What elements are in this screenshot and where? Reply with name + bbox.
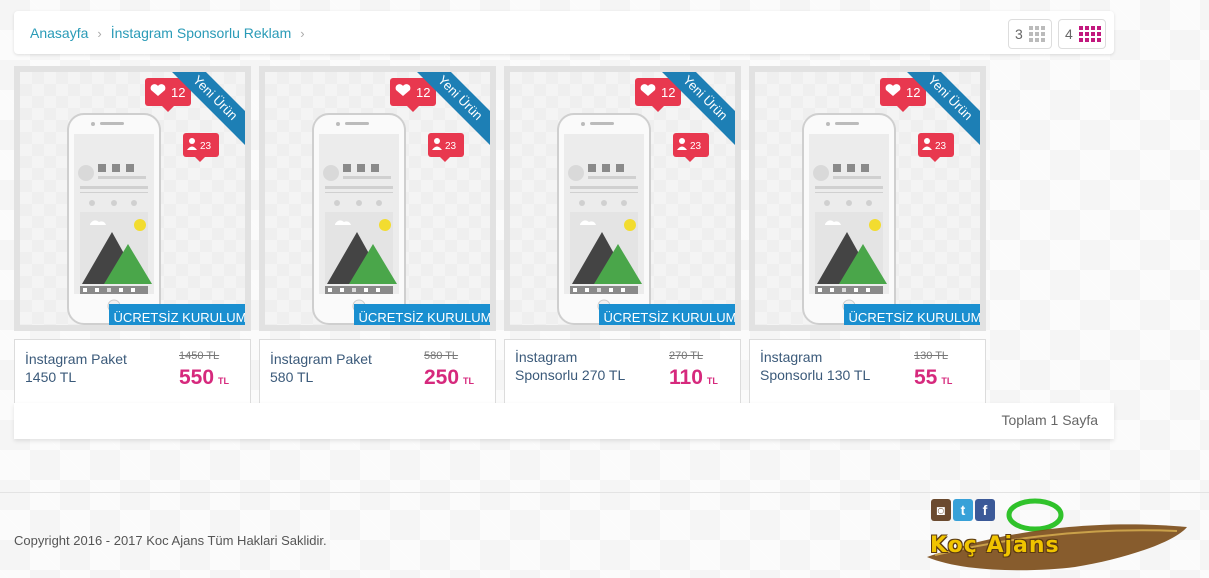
product-card-4[interactable]: 12 23 Yeni Ürün ÜCRETSİZ KURULUM İnstagr… xyxy=(749,66,986,404)
product-card-1[interactable]: 12 23 Yeni Ürün ÜCRETSİZ KURULUM İnstagr… xyxy=(14,66,251,404)
new-product-label: Yeni Ürün xyxy=(406,72,490,156)
product-price-amount: 250 xyxy=(424,366,460,389)
product-image[interactable]: 12 23 Yeni Ürün ÜCRETSİZ KURULUM xyxy=(749,66,986,331)
product-info[interactable]: İnstagram Paket 580 TL 580 TL 250 TL xyxy=(259,339,496,404)
breadcrumb-home-link[interactable]: Anasayfa xyxy=(30,25,88,41)
product-card-2[interactable]: 12 23 Yeni Ürün ÜCRETSİZ KURULUM İnstagr… xyxy=(259,66,496,404)
product-name[interactable]: İnstagram Sponsorlu 270 TL xyxy=(515,348,635,384)
chevron-right-icon: › xyxy=(300,25,305,41)
pager-bar: Toplam 1 Sayfa xyxy=(14,403,1114,439)
breadcrumb: Anasayfa › İnstagram Sponsorlu Reklam › xyxy=(30,25,314,41)
product-name[interactable]: İnstagram Paket 1450 TL xyxy=(25,350,145,386)
social-links: ◙ t f xyxy=(931,499,995,521)
free-setup-badge: ÜCRETSİZ KURULUM xyxy=(844,304,980,325)
free-setup-badge: ÜCRETSİZ KURULUM xyxy=(109,304,245,325)
new-product-ribbon: Yeni Ürün xyxy=(651,72,735,156)
new-product-ribbon: Yeni Ürün xyxy=(161,72,245,156)
new-product-label: Yeni Ürün xyxy=(896,72,980,156)
product-info[interactable]: İnstagram Paket 1450 TL 1450 TL 550 TL xyxy=(14,339,251,404)
view-3-columns-button[interactable]: 3 xyxy=(1008,19,1052,49)
product-price: 110 TL xyxy=(669,366,718,390)
product-price-amount: 110 xyxy=(669,366,703,389)
product-old-price: 1450 TL xyxy=(179,350,220,362)
product-price: 550 TL xyxy=(179,366,229,390)
grid-4-icon xyxy=(1078,26,1101,42)
facebook-icon[interactable]: f xyxy=(975,499,995,521)
product-price-currency: TL xyxy=(706,376,718,386)
chevron-right-icon: › xyxy=(97,25,102,41)
product-price-amount: 55 xyxy=(914,366,938,389)
product-card-3[interactable]: 12 23 Yeni Ürün ÜCRETSİZ KURULUM İnstagr… xyxy=(504,66,741,404)
copyright-text: Copyright 2016 - 2017 Koc Ajans Tüm Hakl… xyxy=(14,533,327,548)
product-image[interactable]: 12 23 Yeni Ürün ÜCRETSİZ KURULUM xyxy=(14,66,251,331)
product-price-currency: TL xyxy=(941,376,953,386)
new-product-ribbon: Yeni Ürün xyxy=(896,72,980,156)
free-setup-badge: ÜCRETSİZ KURULUM xyxy=(599,304,735,325)
logo-text: Koç Ajans xyxy=(930,533,1060,558)
instagram-icon[interactable]: ◙ xyxy=(931,499,951,521)
view-3-label: 3 xyxy=(1015,26,1023,42)
product-name[interactable]: İnstagram Paket 580 TL xyxy=(270,350,390,386)
footer: Copyright 2016 - 2017 Koc Ajans Tüm Hakl… xyxy=(0,492,1209,578)
new-product-label: Yeni Ürün xyxy=(651,72,735,156)
product-info[interactable]: İnstagram Sponsorlu 130 TL 130 TL 55 TL xyxy=(749,339,986,404)
view-4-columns-button[interactable]: 4 xyxy=(1058,19,1106,49)
grid-3-icon xyxy=(1028,26,1045,42)
product-image[interactable]: 12 23 Yeni Ürün ÜCRETSİZ KURULUM xyxy=(259,66,496,331)
product-price-currency: TL xyxy=(218,376,230,386)
pager-total-pages: Toplam 1 Sayfa xyxy=(1001,412,1099,428)
product-price-currency: TL xyxy=(463,376,475,386)
view-4-label: 4 xyxy=(1065,26,1073,42)
product-info[interactable]: İnstagram Sponsorlu 270 TL 270 TL 110 TL xyxy=(504,339,741,404)
product-name[interactable]: İnstagram Sponsorlu 130 TL xyxy=(760,348,880,384)
product-old-price: 580 TL xyxy=(424,350,459,362)
breadcrumb-bar: Anasayfa › İnstagram Sponsorlu Reklam › … xyxy=(14,11,1114,54)
product-old-price: 270 TL xyxy=(669,350,704,362)
product-image[interactable]: 12 23 Yeni Ürün ÜCRETSİZ KURULUM xyxy=(504,66,741,331)
new-product-label: Yeni Ürün xyxy=(161,72,245,156)
product-price-amount: 550 xyxy=(179,366,215,389)
free-setup-badge: ÜCRETSİZ KURULUM xyxy=(354,304,490,325)
product-price: 55 TL xyxy=(914,366,952,390)
product-old-price: 130 TL xyxy=(914,350,949,362)
new-product-ribbon: Yeni Ürün xyxy=(406,72,490,156)
product-price: 250 TL xyxy=(424,366,474,390)
breadcrumb-category-link[interactable]: İnstagram Sponsorlu Reklam xyxy=(111,25,292,41)
twitter-icon[interactable]: t xyxy=(953,499,973,521)
